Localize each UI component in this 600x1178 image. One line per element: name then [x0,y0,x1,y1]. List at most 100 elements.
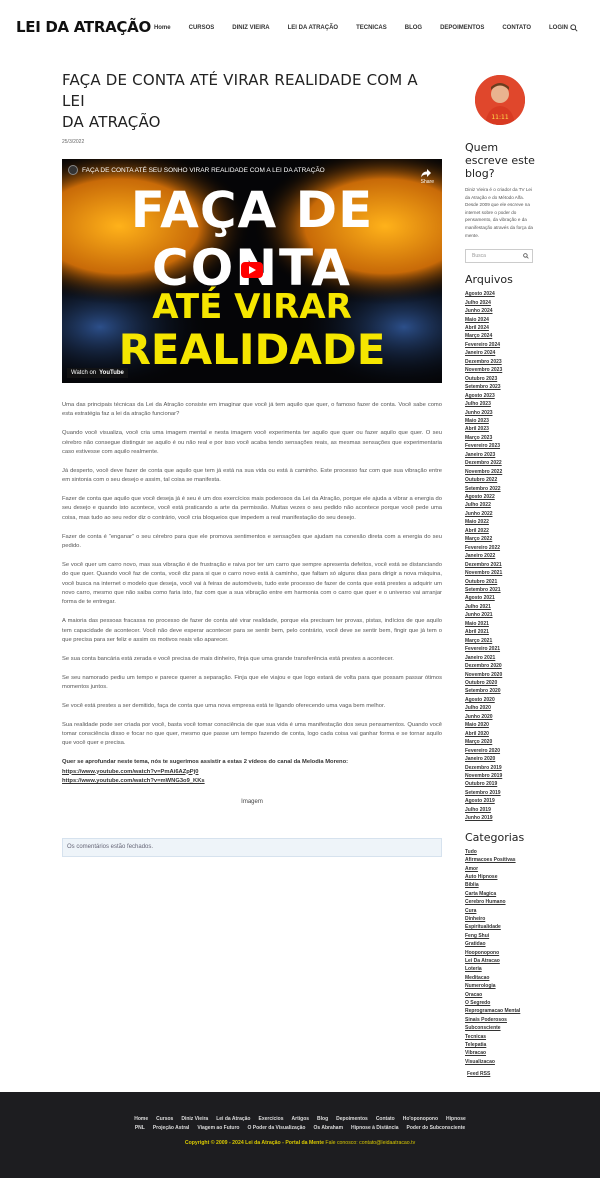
archive-link[interactable]: Novembro 2021 [465,569,535,577]
archive-link[interactable]: Maio 2022 [465,518,535,526]
archive-link[interactable]: Abril 2024 [465,324,535,332]
feed-rss-link[interactable]: Feed RSS [467,1070,535,1078]
archive-link[interactable]: Setembro 2021 [465,586,535,594]
archive-link[interactable]: Março 2021 [465,637,535,645]
category-link[interactable]: Auto Hipnose [465,873,535,881]
archive-link[interactable]: Novembro 2023 [465,366,535,374]
archive-link[interactable]: Janeiro 2020 [465,755,535,763]
archive-link[interactable]: Junho 2020 [465,713,535,721]
archive-link[interactable]: Julho 2023 [465,400,535,408]
category-link[interactable]: Cerebro Humano [465,898,535,906]
archive-link[interactable]: Fevereiro 2023 [465,442,535,450]
archive-link[interactable]: Setembro 2020 [465,687,535,695]
archive-link[interactable]: Agosto 2022 [465,493,535,501]
category-link[interactable]: Afirmacoes Positivas [465,856,535,864]
archive-link[interactable]: Março 2024 [465,332,535,340]
footer-link[interactable]: Depoimentos [336,1116,368,1122]
nav-tecnicas[interactable]: TECNICAS [356,25,387,31]
watch-on-youtube-button[interactable]: Watch on YouTube [67,368,128,378]
nav-cursos[interactable]: CURSOS [189,25,215,31]
category-link[interactable]: Meditacao [465,974,535,982]
category-link[interactable]: Telepatia [465,1041,535,1049]
archive-link[interactable]: Julho 2022 [465,501,535,509]
archive-link[interactable]: Outubro 2023 [465,375,535,383]
footer-link[interactable]: Poder do Subconsciente [407,1125,466,1131]
contact-email[interactable]: Fale conosco: contato@leidaatracao.tv [325,1140,415,1146]
archive-link[interactable]: Outubro 2022 [465,476,535,484]
footer-link[interactable]: Os Abraham [313,1125,343,1131]
archive-link[interactable]: Março 2020 [465,738,535,746]
archive-link[interactable]: Julho 2020 [465,704,535,712]
footer-link[interactable]: Diniz Vieira [181,1116,208,1122]
archive-link[interactable]: Janeiro 2022 [465,552,535,560]
footer-link[interactable]: PNL [135,1125,145,1131]
category-link[interactable]: O Segredo [465,999,535,1007]
footer-link[interactable]: Ho'oponopono [403,1116,438,1122]
archive-link[interactable]: Agosto 2020 [465,696,535,704]
footer-link[interactable]: Artigos [292,1116,310,1122]
archive-link[interactable]: Março 2023 [465,434,535,442]
archive-link[interactable]: Fevereiro 2020 [465,747,535,755]
category-link[interactable]: Tecnicas [465,1033,535,1041]
archive-link[interactable]: Maio 2023 [465,417,535,425]
footer-link[interactable]: O Poder da Visualização [247,1125,305,1131]
category-link[interactable]: Hooponopono [465,949,535,957]
nav-contato[interactable]: CONTATO [502,25,531,31]
nav-diniz-vieira[interactable]: DINIZ VIEIRA [232,25,269,31]
search-icon[interactable] [570,24,578,32]
nav-depoimentos[interactable]: DEPOIMENTOS [440,25,484,31]
archive-link[interactable]: Maio 2020 [465,721,535,729]
archive-link[interactable]: Novembro 2020 [465,671,535,679]
category-link[interactable]: Vibracao [465,1049,535,1057]
archive-link[interactable]: Março 2022 [465,535,535,543]
footer-link[interactable]: Lei da Atração [216,1116,250,1122]
archive-link[interactable]: Junho 2023 [465,409,535,417]
nav-lei-da-atracao[interactable]: LEI DA ATRAÇÃO [288,25,338,31]
archive-link[interactable]: Novembro 2019 [465,772,535,780]
category-link[interactable]: Carta Magica [465,890,535,898]
archive-link[interactable]: Setembro 2023 [465,383,535,391]
category-link[interactable]: Oracao [465,991,535,999]
nav-login[interactable]: LOGIN [549,25,568,31]
archive-link[interactable]: Janeiro 2021 [465,654,535,662]
category-link[interactable]: Sinais Poderosos [465,1016,535,1024]
archive-link[interactable]: Junho 2022 [465,510,535,518]
category-link[interactable]: Feng Shui [465,932,535,940]
archive-link[interactable]: Fevereiro 2021 [465,645,535,653]
archive-link[interactable]: Dezembro 2021 [465,561,535,569]
category-link[interactable]: Gratidao [465,940,535,948]
category-link[interactable]: Tudo [465,848,535,856]
category-link[interactable]: Reprogramacao Mental [465,1007,535,1015]
footer-link[interactable]: Hipnose à Distância [351,1125,399,1131]
archive-link[interactable]: Dezembro 2019 [465,764,535,772]
search-icon[interactable] [523,253,529,259]
category-link[interactable]: Amor [465,865,535,873]
footer-link[interactable]: Blog [317,1116,328,1122]
footer-link[interactable]: Projeção Astral [153,1125,190,1131]
archive-link[interactable]: Fevereiro 2022 [465,544,535,552]
archive-link[interactable]: Agosto 2023 [465,392,535,400]
nav-home[interactable]: Home [154,25,171,31]
archive-link[interactable]: Agosto 2019 [465,797,535,805]
archive-link[interactable]: Julho 2024 [465,299,535,307]
archive-link[interactable]: Outubro 2021 [465,578,535,586]
site-logo[interactable]: LEI DA ATRAÇÃO [16,18,151,36]
archive-link[interactable]: Abril 2023 [465,425,535,433]
archive-link[interactable]: Abril 2021 [465,628,535,636]
category-link[interactable]: Numerologia [465,982,535,990]
archive-link[interactable]: Abril 2020 [465,730,535,738]
archive-link[interactable]: Junho 2021 [465,611,535,619]
archive-link[interactable]: Abril 2022 [465,527,535,535]
archive-link[interactable]: Junho 2024 [465,307,535,315]
category-link[interactable]: Espiritualidade [465,923,535,931]
archive-link[interactable]: Setembro 2019 [465,789,535,797]
footer-link[interactable]: Home [134,1116,148,1122]
archive-link[interactable]: Maio 2024 [465,316,535,324]
category-link[interactable]: Dinheiro [465,915,535,923]
archive-link[interactable]: Dezembro 2022 [465,459,535,467]
category-link[interactable]: Bíblia [465,881,535,889]
footer-link[interactable]: Viagem ao Futuro [197,1125,239,1131]
youtube-link-1[interactable]: https://www.youtube.com/watch?v=PmAi6AZp… [62,768,442,777]
category-link[interactable]: Cura [465,907,535,915]
youtube-video-embed[interactable]: FAÇA DE CONTA ATÉ SEU SONHO VIRAR REALID… [62,159,442,383]
